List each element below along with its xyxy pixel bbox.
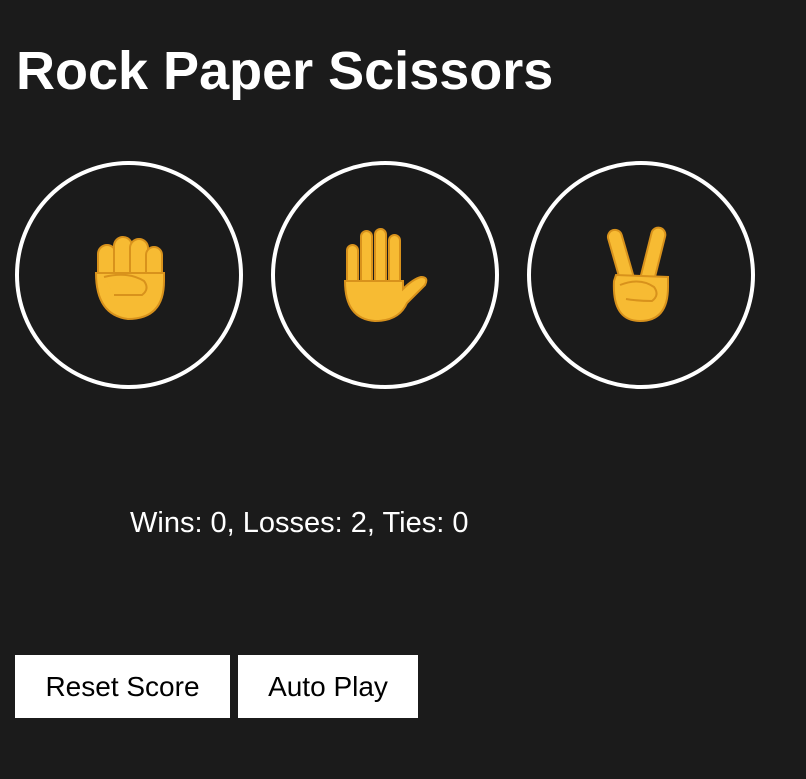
victory-hand-icon [606, 226, 669, 323]
paper-button[interactable] [271, 161, 499, 389]
reset-score-button[interactable]: Reset Score [15, 655, 230, 718]
move-buttons [15, 161, 755, 389]
scissors-button[interactable] [527, 161, 755, 389]
auto-play-button[interactable]: Auto Play [238, 655, 418, 718]
raised-hand-icon [343, 228, 428, 323]
score-text: Wins: 0, Losses: 2, Ties: 0 [130, 507, 469, 539]
page-title: Rock Paper Scissors [16, 41, 554, 101]
rock-button[interactable] [15, 161, 243, 389]
controls: Reset Score Auto Play [15, 655, 418, 718]
fist-icon [94, 236, 165, 321]
